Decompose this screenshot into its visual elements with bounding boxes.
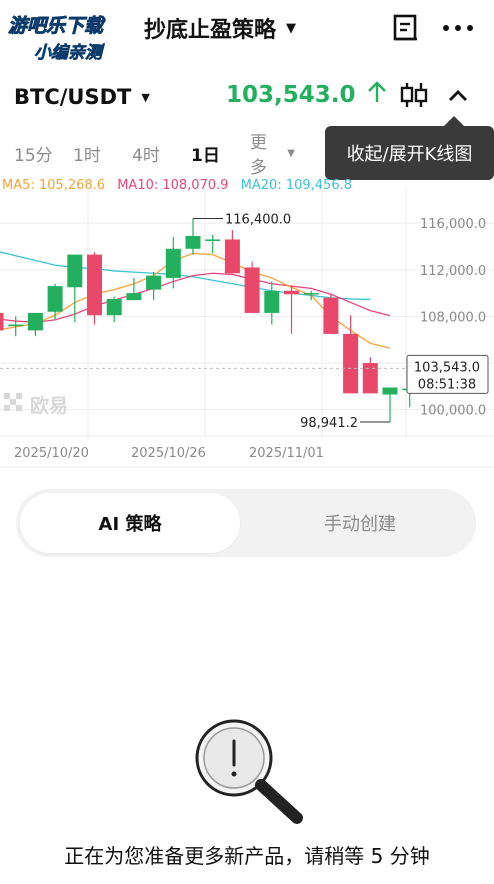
chart-watermark-text: 欧易: [30, 394, 68, 417]
candle-body: [27, 312, 43, 331]
empty-state-search-icon: [186, 710, 306, 830]
candle-body: [67, 254, 83, 288]
candlestick-chart-icon[interactable]: [399, 80, 429, 110]
tab-interval-4h[interactable]: 4时: [118, 141, 177, 166]
candle-body: [362, 363, 378, 394]
candle-body: [8, 324, 24, 327]
candle-body: [284, 290, 299, 295]
y-tick-label: 100,000.0: [420, 404, 486, 419]
candle-body: [165, 248, 181, 278]
candle-body: [146, 275, 162, 290]
tab-interval-1d[interactable]: 1日: [177, 141, 236, 166]
tab-interval-more[interactable]: 更多 ▼: [236, 128, 295, 178]
pair-selector[interactable]: BTC/USDT ▼: [14, 82, 150, 112]
watermark-line1: 游吧乐下载: [8, 15, 106, 37]
candle-body: [47, 286, 63, 312]
empty-state-message: 正在为您准备更多新产品，请稍等 5 分钟: [64, 844, 430, 868]
candle-body: [323, 297, 339, 334]
candlestick-chart[interactable]: 116,000.0112,000.0108,000.0104,000.0100,…: [0, 188, 494, 468]
tab-ai-strategy[interactable]: AI 策略: [20, 493, 240, 553]
tab-interval-1h[interactable]: 1时: [59, 141, 118, 166]
interval-tabs: 15分 1时 4时 1日 更多 ▼: [0, 133, 295, 178]
tooltip-arrow: [444, 116, 464, 126]
current-price-value: 103,543.0: [414, 360, 480, 375]
x-tick-label: 2025/10/20: [14, 446, 89, 461]
candle-body: [106, 298, 122, 316]
document-icon[interactable]: [393, 14, 419, 42]
more-icon[interactable]: [441, 14, 475, 42]
candle-body: [343, 333, 359, 394]
strategy-title: 抄底止盈策略: [144, 18, 277, 43]
low-price-label: 98,941.2: [300, 416, 358, 431]
tab-interval-15m[interactable]: 15分: [0, 141, 59, 166]
chevron-up-icon[interactable]: [446, 84, 470, 108]
caret-down-icon: ▼: [287, 147, 295, 159]
candle-body: [205, 239, 221, 241]
watermark-line2: 小编亲测: [34, 43, 105, 63]
candle-body: [87, 254, 102, 316]
y-tick-label: 116,000.0: [420, 217, 486, 232]
candle-body: [244, 267, 260, 313]
last-price-value: 103,543.0: [226, 82, 356, 108]
candle-body: [303, 293, 319, 295]
candle-body: [185, 235, 201, 249]
site-watermark-logo: 游吧乐下载 小编亲测: [6, 8, 144, 66]
x-tick-label: 2025/11/01: [249, 446, 324, 461]
candle-body: [264, 290, 280, 313]
candle-body: [224, 239, 240, 274]
candle-body: [0, 312, 4, 331]
caret-down-icon: ▼: [141, 90, 150, 104]
arrow-up-icon: [366, 80, 388, 110]
strategy-title-dropdown[interactable]: 抄底止盈策略 ▼: [144, 13, 296, 43]
current-price-countdown: 08:51:38: [418, 377, 476, 392]
candle-body: [126, 293, 142, 301]
x-tick-label: 2025/10/26: [131, 446, 206, 461]
last-price: 103,543.0: [226, 80, 388, 110]
y-tick-label: 112,000.0: [420, 264, 486, 279]
caret-down-icon: ▼: [286, 20, 297, 36]
high-price-label: 116,400.0: [225, 212, 291, 227]
tab-manual-create[interactable]: 手动创建: [250, 493, 470, 553]
y-tick-label: 108,000.0: [420, 310, 486, 325]
chart-watermark: [4, 393, 22, 411]
collapse-chart-tooltip: 收起/展开K线图: [325, 126, 494, 180]
interval-more-label: 更多: [250, 133, 267, 178]
candle-body: [382, 387, 398, 395]
pair-symbol: BTC/USDT: [14, 85, 132, 109]
